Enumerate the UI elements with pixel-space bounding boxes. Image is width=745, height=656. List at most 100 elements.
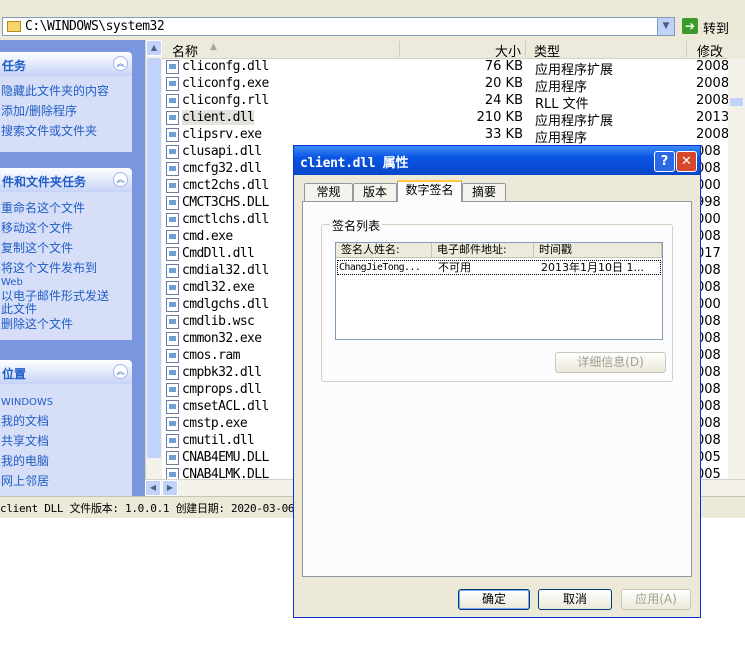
panel-body-other-places: WINDOWS 我的文档 共享文档 我的电脑 网上邻居 [0, 384, 132, 496]
column-label: 大小 [494, 45, 521, 60]
file-name: clusapi.dll [182, 144, 262, 159]
table-row[interactable]: cliconfg.rll 24 KB RLL 文件 2008 [162, 93, 745, 112]
file-name: client.dll [182, 110, 255, 125]
dialog-title-bar[interactable]: client.dll 属性 ? ✕ [294, 146, 700, 175]
place-link-my-documents[interactable]: 我的文档 [1, 415, 49, 428]
file-icon [166, 128, 179, 142]
task-link-move[interactable]: 移动这个文件 [1, 222, 73, 235]
folder-icon [7, 21, 21, 32]
table-row[interactable]: cliconfg.exe 20 KB 应用程序 2008 [162, 76, 745, 95]
sort-ascending-icon: ▲ [210, 42, 217, 52]
task-link-copy[interactable]: 复制这个文件 [1, 242, 73, 255]
arrow-right-icon: ➔ [682, 18, 698, 34]
file-name: cmdlgchs.dll [182, 297, 269, 312]
collapse-icon[interactable]: ︽ [113, 364, 128, 379]
task-link-hide-folder[interactable]: 隐藏此文件夹的内容 [1, 85, 109, 98]
panel-title: 任务 [2, 59, 27, 73]
task-link-email-file[interactable]: 此文件 [1, 303, 37, 316]
file-icon [166, 315, 179, 329]
place-link-windows[interactable]: WINDOWS [1, 396, 53, 409]
file-icon [166, 451, 179, 465]
scroll-up-icon[interactable]: ▲ [146, 40, 162, 56]
ok-button[interactable]: 确定 [458, 589, 530, 610]
file-size: 24 KB [484, 93, 523, 108]
scroll-thumb[interactable] [730, 98, 743, 106]
group-label: 签名列表 [330, 217, 383, 234]
task-link-delete[interactable]: 删除这个文件 [1, 318, 73, 331]
file-size: 20 KB [484, 76, 523, 91]
file-name: cmos.ram [182, 348, 240, 363]
file-modified: 2008 [696, 127, 730, 142]
task-pane: 任务 ︽ 隐藏此文件夹的内容 添加/删除程序 搜索文件或文件夹 件和文件夹任务 … [0, 40, 145, 496]
list-header-timestamp[interactable]: 时间戳 [534, 243, 662, 258]
scroll-right-icon[interactable]: ▶ [162, 480, 178, 496]
file-modified: 2013 [696, 110, 730, 125]
help-icon[interactable]: ? [654, 151, 675, 172]
file-icon [166, 111, 179, 125]
table-row[interactable]: clipsrv.exe 33 KB 应用程序 2008 [162, 127, 745, 146]
file-name: cmctlchs.dll [182, 212, 269, 227]
task-link-rename[interactable]: 重命名这个文件 [1, 202, 85, 215]
panel-title: 件和文件夹任务 [2, 175, 87, 189]
task-link-publish[interactable]: 将这个文件发布到 [1, 262, 97, 275]
file-name: cmprops.dll [182, 382, 262, 397]
file-name: cmstp.exe [182, 416, 248, 431]
task-link-search[interactable]: 搜索文件或文件夹 [1, 125, 97, 138]
task-link-add-remove[interactable]: 添加/删除程序 [1, 105, 77, 118]
file-icon [166, 383, 179, 397]
tab-general[interactable]: 常规 [304, 183, 353, 201]
cancel-button[interactable]: 取消 [538, 589, 612, 610]
panel-header-folder-tasks[interactable]: 件和文件夹任务 ︽ [0, 168, 132, 192]
dialog-title: client.dll 属性 [300, 156, 409, 171]
file-modified: 2008 [696, 93, 730, 108]
place-link-my-computer[interactable]: 我的电脑 [1, 455, 49, 468]
file-icon [166, 281, 179, 295]
file-icon [166, 230, 179, 244]
apply-button[interactable]: 应用(A) [621, 589, 691, 610]
address-input[interactable]: C:\WINDOWS\system32 ▼ [2, 17, 675, 36]
list-header-email[interactable]: 电子邮件地址: [432, 243, 534, 258]
tab-summary[interactable]: 摘要 [462, 183, 506, 201]
signer-timestamp: 2013年1月10日 1... [541, 261, 644, 274]
file-name: cmsetACL.dll [182, 399, 269, 414]
go-button[interactable]: ➔ 转到 [681, 17, 743, 37]
chevron-down-icon[interactable]: ▼ [657, 18, 674, 35]
table-row[interactable]: cliconfg.dll 76 KB 应用程序扩展 2008 [162, 59, 745, 78]
file-icon [166, 179, 179, 193]
file-size: 33 KB [484, 127, 523, 142]
task-link-publish-web[interactable]: Web [1, 276, 23, 289]
file-icon [166, 332, 179, 346]
tab-digital-signatures[interactable]: 数字签名 [397, 180, 462, 202]
file-list-scrollbar[interactable] [728, 58, 745, 496]
toolbar-strip [0, 0, 745, 12]
file-name: CMCT3CHS.DLL [182, 195, 269, 210]
panel-header-other-places[interactable]: 位置 ︽ [0, 360, 132, 384]
file-modified: 2008 [696, 59, 730, 74]
file-name: cmcfg32.dll [182, 161, 262, 176]
column-header-type[interactable]: 类型 [526, 41, 687, 60]
tab-version[interactable]: 版本 [353, 183, 397, 201]
file-name: cmd.exe [182, 229, 233, 244]
place-link-shared-documents[interactable]: 共享文档 [1, 435, 49, 448]
table-row[interactable]: client.dll 210 KB 应用程序扩展 2013 [162, 110, 745, 129]
file-icon [166, 162, 179, 176]
file-name: cmmon32.exe [182, 331, 262, 346]
panel-title: 位置 [2, 367, 27, 381]
place-link-network[interactable]: 网上邻居 [1, 475, 49, 488]
column-header-modified[interactable]: 修改 [687, 41, 745, 60]
column-header-row: 名称 ▲ 大小 类型 修改 [162, 40, 745, 60]
collapse-icon[interactable]: ︽ [113, 172, 128, 187]
signature-list[interactable]: 签名人姓名: 电子邮件地址: 时间戳 ChangJieTong... 不可用 2… [335, 242, 663, 340]
task-pane-scrollbar[interactable]: ▲ [145, 40, 162, 496]
list-header-signer[interactable]: 签名人姓名: [336, 243, 432, 258]
collapse-icon[interactable]: ︽ [113, 56, 128, 71]
column-header-name[interactable]: 名称 ▲ [162, 41, 400, 60]
scroll-thumb[interactable] [147, 58, 161, 458]
close-icon[interactable]: ✕ [676, 151, 697, 172]
column-header-size[interactable]: 大小 [400, 41, 526, 60]
panel-header-file-tasks[interactable]: 任务 ︽ [0, 52, 132, 76]
tab-page: 签名列表 签名人姓名: 电子邮件地址: 时间戳 ChangJieTong... … [302, 201, 692, 577]
scroll-left-icon[interactable]: ◀ [145, 480, 161, 496]
file-name: CNAB4EMU.DLL [182, 450, 269, 465]
details-button[interactable]: 详细信息(D) [555, 352, 666, 373]
